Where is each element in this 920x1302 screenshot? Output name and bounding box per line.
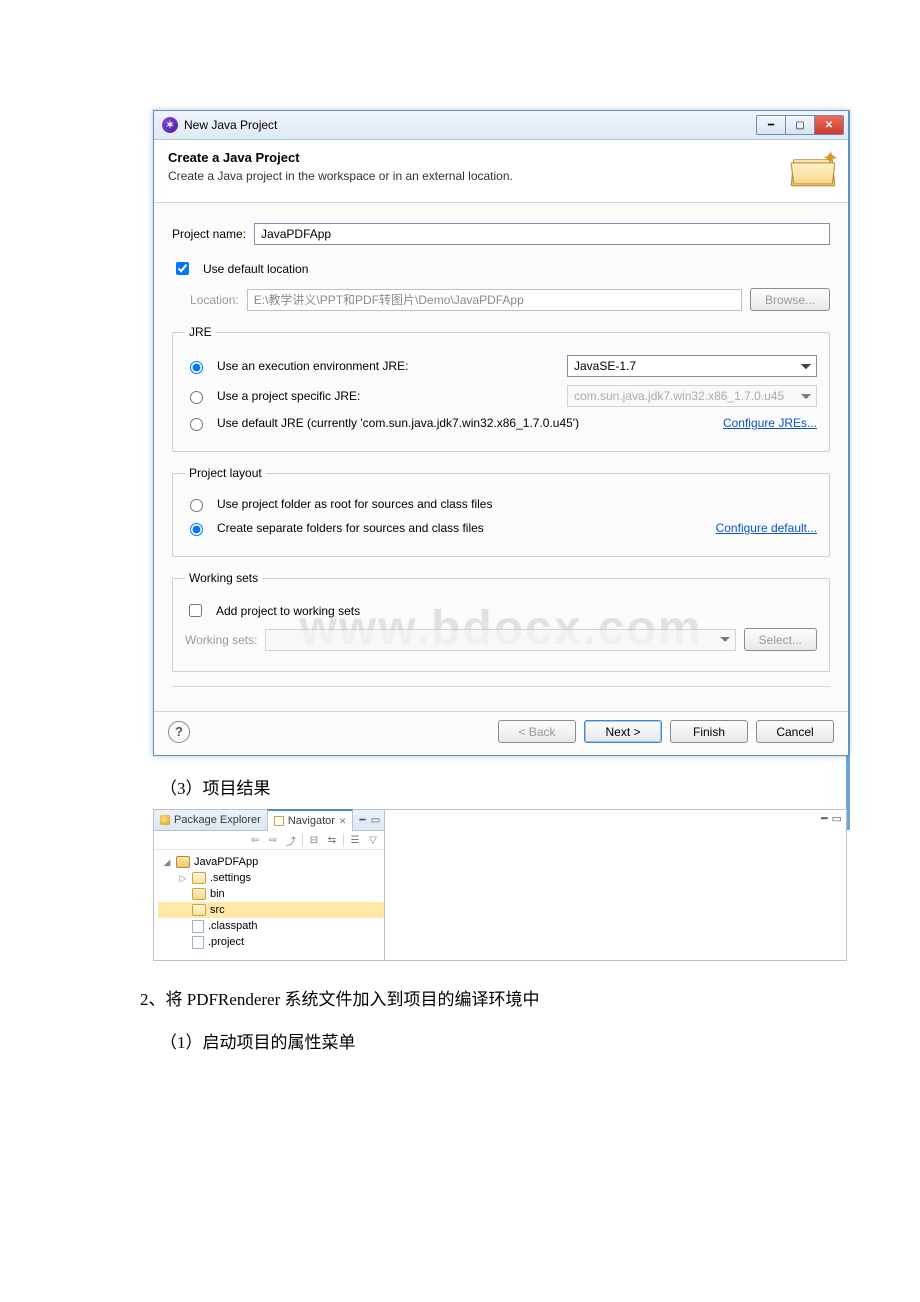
wizard-image: ✦ [788, 150, 836, 188]
wsets-legend: Working sets [185, 571, 262, 585]
use-default-location-checkbox[interactable] [176, 262, 189, 275]
help-icon[interactable]: ? [168, 721, 190, 743]
minimize-view-icon[interactable]: ━ [357, 815, 368, 826]
navigator-tree[interactable]: ◢ JavaPDFApp ▷ .settings bin src [154, 850, 384, 960]
tab-package-explorer[interactable]: Package Explorer [154, 810, 267, 830]
jre-project-select: com.sun.java.jdk7.win32.x86_1.7.0.u45 [567, 385, 817, 407]
maximize-view-icon[interactable]: ▭ [832, 812, 842, 825]
layout-separate-label: Create separate folders for sources and … [217, 521, 708, 535]
wsets-label: Working sets: [185, 633, 257, 647]
tree-label: JavaPDFApp [194, 856, 258, 868]
use-default-location-label: Use default location [203, 262, 308, 276]
expand-icon[interactable]: ◢ [162, 857, 172, 868]
wsets-select [265, 629, 735, 651]
tree-classpath[interactable]: .classpath [158, 918, 384, 934]
new-java-project-dialog: ✶ New Java Project ━ ▢ ✕ Create a Java P… [153, 110, 849, 756]
tree-label: bin [210, 888, 225, 900]
cancel-button[interactable]: Cancel [756, 720, 834, 743]
titlebar: ✶ New Java Project ━ ▢ ✕ [154, 111, 848, 140]
maximize-view-icon[interactable]: ▭ [370, 815, 381, 826]
jre-default-radio[interactable] [190, 418, 203, 431]
tab-label: Navigator [288, 815, 335, 827]
back-button: < Back [498, 720, 576, 743]
jre-default-label: Use default JRE (currently 'com.sun.java… [217, 416, 715, 430]
expand-icon[interactable]: ▷ [178, 873, 188, 884]
browse-button: Browse... [750, 288, 830, 311]
configure-default-link[interactable]: Configure default... [716, 521, 817, 535]
jre-project-label: Use a project specific JRE: [217, 389, 559, 403]
view-menu-icon[interactable]: ▽ [366, 833, 380, 847]
location-input [247, 289, 742, 311]
jre-legend: JRE [185, 325, 216, 339]
folder-icon [192, 904, 206, 916]
tree-settings[interactable]: ▷ .settings [158, 870, 384, 886]
forward-icon[interactable]: ⇨ [266, 833, 280, 847]
add-to-wsets-label: Add project to working sets [216, 604, 360, 618]
project-name-label: Project name: [172, 227, 246, 241]
layout-separate-radio[interactable] [190, 523, 203, 536]
configure-jres-link[interactable]: Configure JREs... [723, 416, 817, 430]
link-editor-icon[interactable]: ⇆ [325, 833, 339, 847]
wsets-select-button: Select... [744, 628, 817, 651]
project-icon [176, 856, 190, 868]
up-icon[interactable]: ⤴ [284, 833, 298, 847]
layout-legend: Project layout [185, 466, 266, 480]
wizard-footer: ? < Back Next > Finish Cancel [154, 711, 848, 755]
project-name-input[interactable] [254, 223, 830, 245]
package-icon [160, 815, 170, 825]
tab-label: Package Explorer [174, 814, 261, 826]
plus-icon: ✦ [823, 148, 838, 169]
file-icon [192, 920, 204, 933]
location-label: Location: [190, 293, 239, 307]
navigator-icon [274, 816, 284, 826]
minimize-view-icon[interactable]: ━ [821, 812, 828, 825]
back-icon[interactable]: ⇦ [248, 833, 262, 847]
filter-icon[interactable]: ☰ [348, 833, 362, 847]
eclipse-icon: ✶ [162, 117, 178, 133]
tree-label: .classpath [208, 920, 258, 932]
jre-env-select[interactable]: JavaSE-1.7 [567, 355, 817, 377]
tree-project[interactable]: ◢ JavaPDFApp [158, 854, 384, 870]
tree-src[interactable]: src [158, 902, 384, 918]
folder-icon [192, 888, 206, 900]
jre-project-radio[interactable] [190, 391, 203, 404]
jre-env-radio[interactable] [190, 361, 203, 374]
tree-label: src [210, 904, 225, 916]
layout-root-label: Use project folder as root for sources a… [217, 497, 492, 511]
next-button[interactable]: Next > [584, 720, 662, 743]
editor-area: ━ ▭ [385, 809, 847, 961]
doc-line-3: （1）启动项目的属性菜单 [160, 1028, 850, 1053]
jre-env-label: Use an execution environment JRE: [217, 359, 559, 373]
tree-label: .project [208, 936, 244, 948]
close-icon[interactable]: ✕ [339, 816, 347, 827]
folder-icon [192, 872, 206, 884]
maximize-button[interactable]: ▢ [786, 115, 815, 135]
finish-button[interactable]: Finish [670, 720, 748, 743]
jre-group: JRE Use an execution environment JRE: Ja… [172, 325, 830, 452]
wizard-banner: Create a Java Project Create a Java proj… [154, 140, 848, 203]
doc-line-2: 2、将 PDFRenderer 系统文件加入到项目的编译环境中 [140, 985, 850, 1010]
file-icon [192, 936, 204, 949]
footer-divider [172, 686, 830, 687]
navigator-view: Package Explorer Navigator ✕ ━ ▭ ⇦ ⇨ ⤴ ⊟ [153, 809, 385, 961]
tree-label: .settings [210, 872, 251, 884]
tab-navigator[interactable]: Navigator ✕ [267, 809, 354, 832]
close-button[interactable]: ✕ [815, 115, 844, 135]
window-title: New Java Project [184, 118, 756, 132]
project-layout-group: Project layout Use project folder as roo… [172, 466, 830, 557]
tree-bin[interactable]: bin [158, 886, 384, 902]
add-to-wsets-checkbox[interactable] [189, 604, 202, 617]
collapse-all-icon[interactable]: ⊟ [307, 833, 321, 847]
minimize-button[interactable]: ━ [756, 115, 786, 135]
doc-line-1: （3）项目结果 [160, 774, 850, 799]
working-sets-group: Working sets www.bdocx.com Add project t… [172, 571, 830, 672]
banner-sub: Create a Java project in the workspace o… [168, 169, 788, 183]
banner-heading: Create a Java Project [168, 150, 788, 165]
navigator-toolbar: ⇦ ⇨ ⤴ ⊟ ⇆ ☰ ▽ [154, 831, 384, 850]
layout-root-radio[interactable] [190, 499, 203, 512]
tree-project-file[interactable]: .project [158, 934, 384, 950]
